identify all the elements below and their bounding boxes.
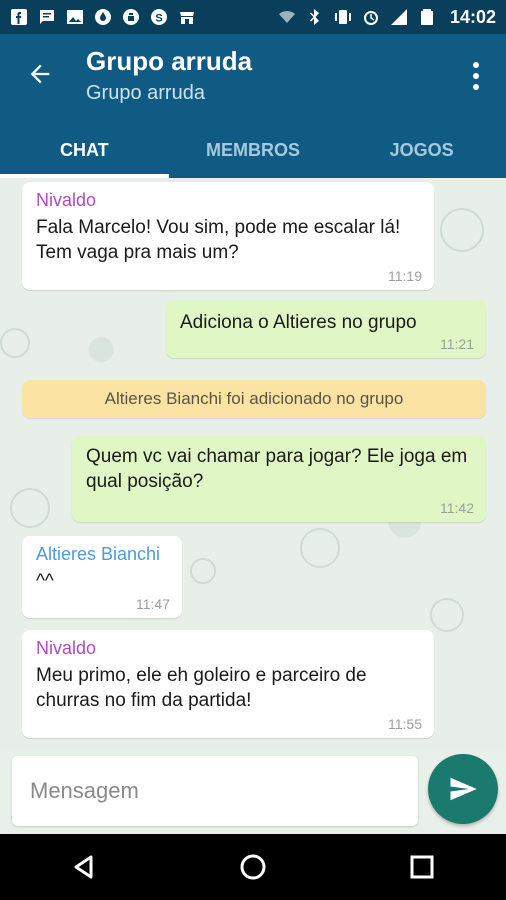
overflow-menu-button[interactable] (464, 58, 488, 94)
square-recents-icon (410, 855, 434, 879)
background-ball-doodle (430, 598, 464, 632)
background-ball-doodle (10, 488, 50, 528)
message-composer (0, 750, 506, 834)
background-ball-doodle (190, 558, 216, 584)
send-icon (450, 777, 477, 801)
send-button[interactable] (428, 754, 498, 824)
image-icon (66, 8, 84, 26)
nav-home-button[interactable] (223, 837, 283, 897)
back-button[interactable] (22, 56, 58, 92)
app-bar: Grupo arruda Grupo arruda (0, 34, 506, 122)
message-time: 11:47 (136, 596, 170, 612)
arrow-back-icon (30, 64, 50, 84)
background-ball-doodle (0, 328, 30, 358)
message-time: 11:19 (388, 268, 422, 284)
battery-icon (418, 8, 436, 26)
alarm-icon (362, 8, 380, 26)
bluetooth-icon (306, 8, 324, 26)
circle-home-icon (240, 854, 266, 880)
message-text: Meu primo, ele eh goleiro e parceiro de … (36, 665, 367, 711)
status-time: 14:02 (449, 6, 496, 27)
page-title: Grupo arruda (86, 46, 253, 76)
message-text: Quem vc vai chamar para jogar? Ele joga … (86, 446, 468, 492)
message-time: 11:42 (440, 500, 474, 516)
drop-icon (94, 8, 112, 26)
message-input[interactable] (12, 756, 418, 826)
message-bubble-outgoing[interactable]: Adiciona o Altieres no grupo 11:21 (166, 300, 486, 358)
nav-back-button[interactable] (54, 837, 114, 897)
nav-recents-button[interactable] (392, 837, 452, 897)
whatsapp-icon (122, 8, 140, 26)
page-subtitle: Grupo arruda (86, 82, 205, 104)
background-ball-doodle (440, 208, 484, 252)
wifi-icon (278, 8, 296, 26)
tab-bar: CHAT MEMBROS JOGOS (0, 122, 506, 178)
message-text: ^^ (36, 571, 54, 592)
message-bubble-incoming[interactable]: Altieres Bianchi ^^ 11:47 (22, 536, 182, 618)
system-navigation-bar (0, 834, 506, 900)
signal-icon (390, 8, 408, 26)
message-text: Adiciona o Altieres no grupo (180, 312, 417, 333)
facebook-icon (10, 8, 28, 26)
tab-membros[interactable]: MEMBROS (169, 122, 338, 178)
skype-icon: S (150, 8, 168, 26)
message-sender: Nivaldo (36, 638, 97, 658)
background-ball-doodle (300, 528, 340, 568)
message-sender: Altieres Bianchi (36, 544, 161, 564)
system-notice: Altieres Bianchi foi adicionado no grupo (22, 380, 486, 418)
status-bar: S 14:02 (0, 0, 506, 34)
tab-jogos[interactable]: JOGOS (337, 122, 506, 178)
vibrate-icon (334, 8, 352, 26)
chat-area[interactable]: Nivaldo Fala Marcelo! Vou sim, pode me e… (0, 178, 506, 750)
message-bubble-incoming[interactable]: Nivaldo Fala Marcelo! Vou sim, pode me e… (22, 182, 434, 290)
store-icon (178, 8, 196, 26)
message-bubble-incoming[interactable]: Nivaldo Meu primo, ele eh goleiro e parc… (22, 630, 434, 738)
message-time: 11:21 (440, 336, 474, 352)
triangle-back-icon (74, 855, 93, 879)
tab-chat[interactable]: CHAT (0, 122, 169, 178)
message-icon (38, 8, 56, 26)
message-text: Fala Marcelo! Vou sim, pode me escalar l… (36, 217, 401, 263)
message-bubble-outgoing[interactable]: Quem vc vai chamar para jogar? Ele joga … (72, 436, 486, 522)
more-vert-icon (473, 62, 479, 90)
message-time: 11:55 (388, 716, 422, 732)
svg-text:S: S (155, 13, 162, 25)
message-sender: Nivaldo (36, 190, 97, 210)
